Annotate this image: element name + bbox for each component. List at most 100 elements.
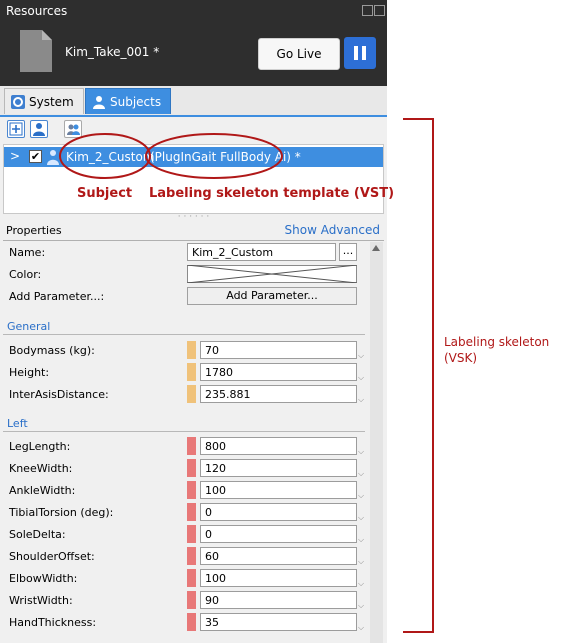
color-label: Color: — [9, 268, 42, 281]
take-name: Kim_Take_001 * — [65, 45, 160, 59]
subject-options-button[interactable] — [64, 120, 82, 138]
param-label: WristWidth: — [9, 594, 73, 607]
vsk-annotation-line1: Labeling skeleton — [444, 335, 550, 349]
tab-bar: System Subjects — [0, 86, 387, 116]
tab-subjects[interactable]: Subjects — [85, 88, 171, 114]
subject-annotation: Subject — [77, 186, 133, 201]
properties-title: Properties — [6, 224, 62, 237]
param-input[interactable] — [200, 437, 357, 455]
param-label: InterAsisDistance: — [9, 388, 109, 401]
vsk-annotation-line2: (VSK) — [444, 351, 478, 365]
chevron-down-icon[interactable]: ⌵ — [358, 492, 366, 500]
add-blank-subject-button[interactable] — [7, 120, 25, 138]
param-color-swatch — [187, 591, 196, 609]
tab-system-label: System — [29, 94, 74, 109]
person-icon — [93, 95, 105, 109]
param-label: AnkleWidth: — [9, 484, 76, 497]
people-icon — [67, 124, 80, 135]
chevron-down-icon[interactable]: ⌵ — [358, 602, 366, 610]
param-input[interactable] — [200, 525, 357, 543]
general-section-title: General — [7, 320, 51, 333]
chevron-down-icon[interactable]: ⌵ — [358, 558, 366, 566]
vsk-annotation: Labeling skeleton (VSK) — [444, 334, 549, 366]
param-input[interactable] — [200, 613, 357, 631]
chevron-down-icon[interactable]: ⌵ — [358, 396, 366, 404]
tab-subjects-label: Subjects — [110, 94, 162, 109]
show-advanced-link[interactable]: Show Advanced — [285, 223, 380, 237]
chevron-down-icon[interactable]: ⌵ — [358, 514, 366, 522]
param-color-swatch — [187, 437, 196, 455]
param-color-swatch — [187, 525, 196, 543]
param-input[interactable] — [200, 385, 357, 403]
chevron-down-icon[interactable]: ⌵ — [358, 536, 366, 544]
param-label: HandThickness: — [9, 616, 97, 629]
param-color-swatch — [187, 569, 196, 587]
add-parameter-button[interactable]: Add Parameter... — [187, 287, 357, 305]
tab-system[interactable]: System — [4, 88, 84, 114]
chevron-down-icon[interactable]: ⌵ — [358, 580, 366, 588]
param-color-swatch — [187, 481, 196, 499]
splitter-handle[interactable]: · · · · · · — [3, 213, 384, 222]
param-input[interactable] — [200, 481, 357, 499]
subject-person-icon — [47, 150, 59, 165]
param-label: SoleDelta: — [9, 528, 66, 541]
param-label: Height: — [9, 366, 50, 379]
minimize-icon[interactable] — [362, 5, 373, 16]
name-field[interactable] — [187, 243, 336, 261]
param-input[interactable] — [200, 341, 357, 359]
scroll-up-icon[interactable] — [372, 245, 380, 251]
expand-chevron-icon[interactable]: > — [10, 149, 20, 163]
chevron-down-icon[interactable]: ⌵ — [358, 352, 366, 360]
add-icon — [9, 122, 23, 136]
param-label: ElbowWidth: — [9, 572, 78, 585]
param-input[interactable] — [200, 459, 357, 477]
param-color-swatch — [187, 363, 196, 381]
tab-underline — [0, 115, 387, 117]
add-parameter-label: Add Parameter...: — [9, 290, 105, 303]
subjects-tree: > ✔ Kim_2_Custom (PlugInGait FullBody Ai… — [3, 144, 384, 214]
param-label: KneeWidth: — [9, 462, 73, 475]
param-input[interactable] — [200, 569, 357, 587]
resources-title: Resources — [6, 4, 68, 18]
param-color-swatch — [187, 503, 196, 521]
left-section-divider — [3, 431, 365, 432]
subjects-toolbar — [3, 118, 384, 144]
vsk-bracket — [403, 118, 434, 633]
param-input[interactable] — [200, 363, 357, 381]
param-color-swatch — [187, 613, 196, 631]
document-icon — [20, 30, 52, 72]
param-input[interactable] — [200, 503, 357, 521]
subject-row[interactable]: > ✔ Kim_2_Custom (PlugInGait FullBody Ai… — [4, 147, 383, 167]
general-section-divider — [3, 334, 365, 335]
chevron-down-icon[interactable]: ⌵ — [358, 374, 366, 382]
resources-panel: Resources Kim_Take_001 * Go Live System — [0, 0, 387, 643]
chevron-down-icon[interactable]: ⌵ — [358, 448, 366, 456]
param-input[interactable] — [200, 591, 357, 609]
vst-annotation: Labeling skeleton template (VST) — [149, 186, 395, 201]
go-live-button[interactable]: Go Live — [258, 38, 340, 70]
subject-name: Kim_2_Custom — [66, 150, 155, 164]
param-label: ShoulderOffset: — [9, 550, 95, 563]
name-label: Name: — [9, 246, 46, 259]
create-subject-from-template-button[interactable] — [30, 120, 48, 138]
subject-enabled-checkbox[interactable]: ✔ — [29, 150, 42, 163]
param-label: LegLength: — [9, 440, 71, 453]
detach-icon[interactable] — [374, 5, 385, 16]
param-label: Bodymass (kg): — [9, 344, 95, 357]
browse-button[interactable]: ... — [339, 243, 357, 261]
chevron-down-icon[interactable]: ⌵ — [358, 470, 366, 478]
pause-button[interactable] — [344, 37, 376, 69]
pause-icon — [354, 46, 358, 60]
color-swatch[interactable] — [187, 265, 357, 283]
properties-scrollbar[interactable] — [370, 242, 383, 643]
param-color-swatch — [187, 459, 196, 477]
properties-divider — [3, 240, 384, 241]
param-label: TibialTorsion (deg): — [9, 506, 114, 519]
param-color-swatch — [187, 547, 196, 565]
param-color-swatch — [187, 385, 196, 403]
param-color-swatch — [187, 341, 196, 359]
chevron-down-icon[interactable]: ⌵ — [358, 624, 366, 632]
left-section-title: Left — [7, 417, 28, 430]
properties-header: Properties Show Advanced — [3, 222, 384, 240]
param-input[interactable] — [200, 547, 357, 565]
